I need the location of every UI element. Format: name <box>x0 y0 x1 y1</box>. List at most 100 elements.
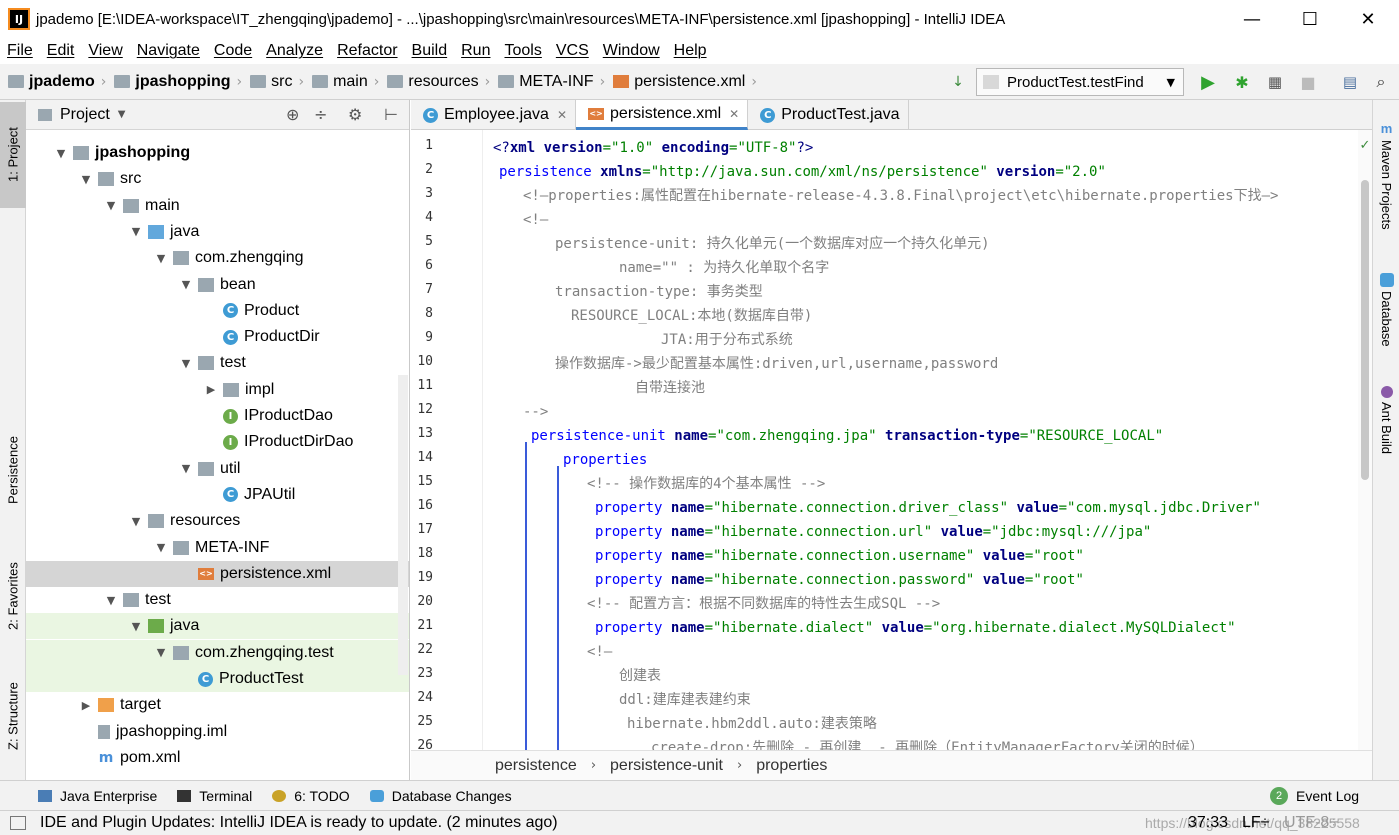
editor-scroll-thumb[interactable] <box>1361 180 1369 480</box>
tree-scrollbar[interactable] <box>398 375 408 675</box>
scroll-from-source-icon[interactable]: ⊕ <box>286 105 299 124</box>
nav-crumb-meta-inf[interactable]: META-INF › <box>498 73 605 91</box>
maximize-button[interactable]: ☐ <box>1281 0 1339 38</box>
tree-item[interactable]: ▼ jpashopping <box>26 140 409 166</box>
chevron-down-icon[interactable]: ▼ <box>118 109 126 120</box>
chevron-down-icon[interactable]: ▼ <box>53 147 69 160</box>
close-tab-icon[interactable]: ✕ <box>557 108 567 122</box>
tool-tab-ant-build[interactable]: Ant Build <box>1373 372 1399 468</box>
run-with-coverage-icon[interactable]: ▦ <box>1263 70 1287 94</box>
menu-run[interactable]: Run <box>454 42 497 60</box>
chevron-down-icon[interactable]: ▼ <box>128 515 144 528</box>
chevron-down-icon[interactable]: ▼ <box>153 541 169 554</box>
tree-item[interactable]: ▶ target <box>26 692 409 718</box>
tool-database-changes[interactable]: Database Changes <box>369 788 512 804</box>
tree-item[interactable]: <> persistence.xml <box>26 560 409 587</box>
chevron-down-icon[interactable]: ▼ <box>178 462 194 475</box>
minimize-button[interactable]: — <box>1223 0 1281 38</box>
chevron-down-icon[interactable]: ▼ <box>128 225 144 238</box>
tree-item[interactable]: C Product <box>26 298 409 324</box>
chevron-down-icon[interactable]: ▼ <box>103 199 119 212</box>
chevron-right-icon[interactable]: ▶ <box>78 699 94 712</box>
menu-code[interactable]: Code <box>207 42 259 60</box>
editor-scrollbar[interactable]: ✓ <box>1358 130 1372 750</box>
tree-item[interactable]: ▼ main <box>26 193 409 219</box>
breadcrumb-properties[interactable]: properties <box>756 757 827 775</box>
chevron-down-icon[interactable]: ▼ <box>153 252 169 265</box>
run-icon[interactable]: ▶ <box>1196 70 1220 94</box>
close-tab-icon[interactable]: ✕ <box>729 107 739 121</box>
chevron-down-icon[interactable]: ▼ <box>178 278 194 291</box>
stop-icon[interactable]: ■ <box>1296 70 1320 94</box>
tool-terminal[interactable]: Terminal <box>177 788 252 804</box>
tree-item[interactable]: ▼ util <box>26 456 409 482</box>
tree-item[interactable]: ▼ com.zhengqing <box>26 245 409 271</box>
chevron-down-icon[interactable]: ▼ <box>153 646 169 659</box>
tree-item[interactable]: jpashopping.iml <box>26 719 409 745</box>
tool-tab-database[interactable]: Database <box>1373 262 1399 358</box>
tree-item[interactable]: ▼ java <box>26 613 409 640</box>
project-structure-icon[interactable]: ▤ <box>1338 70 1362 94</box>
gear-icon[interactable]: ⚙ <box>348 105 362 124</box>
nav-crumb-persistence-xml[interactable]: persistence.xml › <box>613 73 757 91</box>
tool-todo[interactable]: 6: TODO <box>272 788 350 804</box>
tree-item[interactable]: C JPAUtil <box>26 482 409 508</box>
tree-item[interactable]: I IProductDirDao <box>26 429 409 455</box>
breadcrumb-persistence[interactable]: persistence <box>495 757 577 775</box>
build-project-icon[interactable]: ↓ <box>946 70 970 94</box>
file-encoding[interactable]: UTF-8÷ <box>1284 814 1338 832</box>
collapse-all-icon[interactable]: ÷ <box>314 105 327 124</box>
menu-help[interactable]: Help <box>667 42 714 60</box>
menu-refactor[interactable]: Refactor <box>330 42 404 60</box>
tree-item[interactable]: C ProductDir <box>26 324 409 350</box>
code-view[interactable]: <?xml version="1.0" encoding="UTF-8"?> p… <box>483 130 1358 750</box>
tab-persistence-xml[interactable]: <> persistence.xml ✕ <box>576 100 749 130</box>
search-icon[interactable]: ⌕ <box>1369 70 1393 94</box>
caret-position[interactable]: 37:33 <box>1188 814 1228 832</box>
tree-item[interactable]: I IProductDao <box>26 403 409 429</box>
tool-tab-structure[interactable]: Z: Structure <box>0 666 26 766</box>
menu-navigate[interactable]: Navigate <box>130 42 207 60</box>
chevron-down-icon[interactable]: ▼ <box>103 594 119 607</box>
nav-crumb-resources[interactable]: resources › <box>387 73 490 91</box>
menu-build[interactable]: Build <box>405 42 455 60</box>
tool-java-enterprise[interactable]: Java Enterprise <box>38 788 157 804</box>
tree-item[interactable]: ▼ java <box>26 219 409 245</box>
nav-crumb-main[interactable]: main › <box>312 73 379 91</box>
tab-employee-java[interactable]: C Employee.java ✕ <box>411 100 577 130</box>
menu-edit[interactable]: Edit <box>40 42 82 60</box>
hide-panel-icon[interactable]: ⊢ <box>384 105 398 124</box>
tool-tab-maven-projects[interactable]: m Maven Projects <box>1373 110 1399 240</box>
chevron-down-icon[interactable]: ▼ <box>128 620 144 633</box>
toggle-tool-windows-icon[interactable] <box>10 816 26 830</box>
nav-crumb-jpashopping[interactable]: jpashopping › <box>114 73 242 91</box>
menu-view[interactable]: View <box>81 42 129 60</box>
tree-item[interactable]: ▼ com.zhengqing.test <box>26 639 409 666</box>
close-window-button[interactable]: ✕ <box>1339 0 1397 38</box>
status-message[interactable]: IDE and Plugin Updates: IntelliJ IDEA is… <box>40 814 558 832</box>
tool-tab-project[interactable]: 1: Project <box>0 102 26 208</box>
menu-vcs[interactable]: VCS <box>549 42 596 60</box>
menu-analyze[interactable]: Analyze <box>259 42 330 60</box>
chevron-right-icon[interactable]: ▶ <box>203 383 219 396</box>
tool-event-log[interactable]: 2 Event Log <box>1270 786 1359 805</box>
run-configuration-select[interactable]: ProductTest.testFind ▼ <box>976 68 1184 96</box>
project-view-select[interactable]: Project <box>60 106 110 124</box>
tree-item[interactable]: ▼ bean <box>26 272 409 298</box>
debug-icon[interactable]: ✱ <box>1230 70 1254 94</box>
tree-item[interactable]: m pom.xml <box>26 745 409 771</box>
tab-producttest-java[interactable]: C ProductTest.java <box>748 100 909 130</box>
tree-item[interactable]: ▼ test <box>26 587 409 613</box>
nav-crumb-jpademo[interactable]: jpademo › <box>8 73 106 91</box>
tree-item[interactable]: ▼ src <box>26 166 409 192</box>
menu-tools[interactable]: Tools <box>497 42 548 60</box>
tree-item[interactable]: C ProductTest <box>26 666 409 692</box>
menu-file[interactable]: File <box>0 42 40 60</box>
tree-item[interactable]: ▼ test <box>26 350 409 376</box>
chevron-down-icon[interactable]: ▼ <box>178 357 194 370</box>
tool-tab-persistence[interactable]: Persistence <box>0 422 26 518</box>
tree-item[interactable]: ▼ resources <box>26 508 409 534</box>
chevron-down-icon[interactable]: ▼ <box>78 173 94 186</box>
nav-crumb-src[interactable]: src › <box>250 73 304 91</box>
tool-tab-favorites[interactable]: 2: Favorites <box>0 546 26 646</box>
